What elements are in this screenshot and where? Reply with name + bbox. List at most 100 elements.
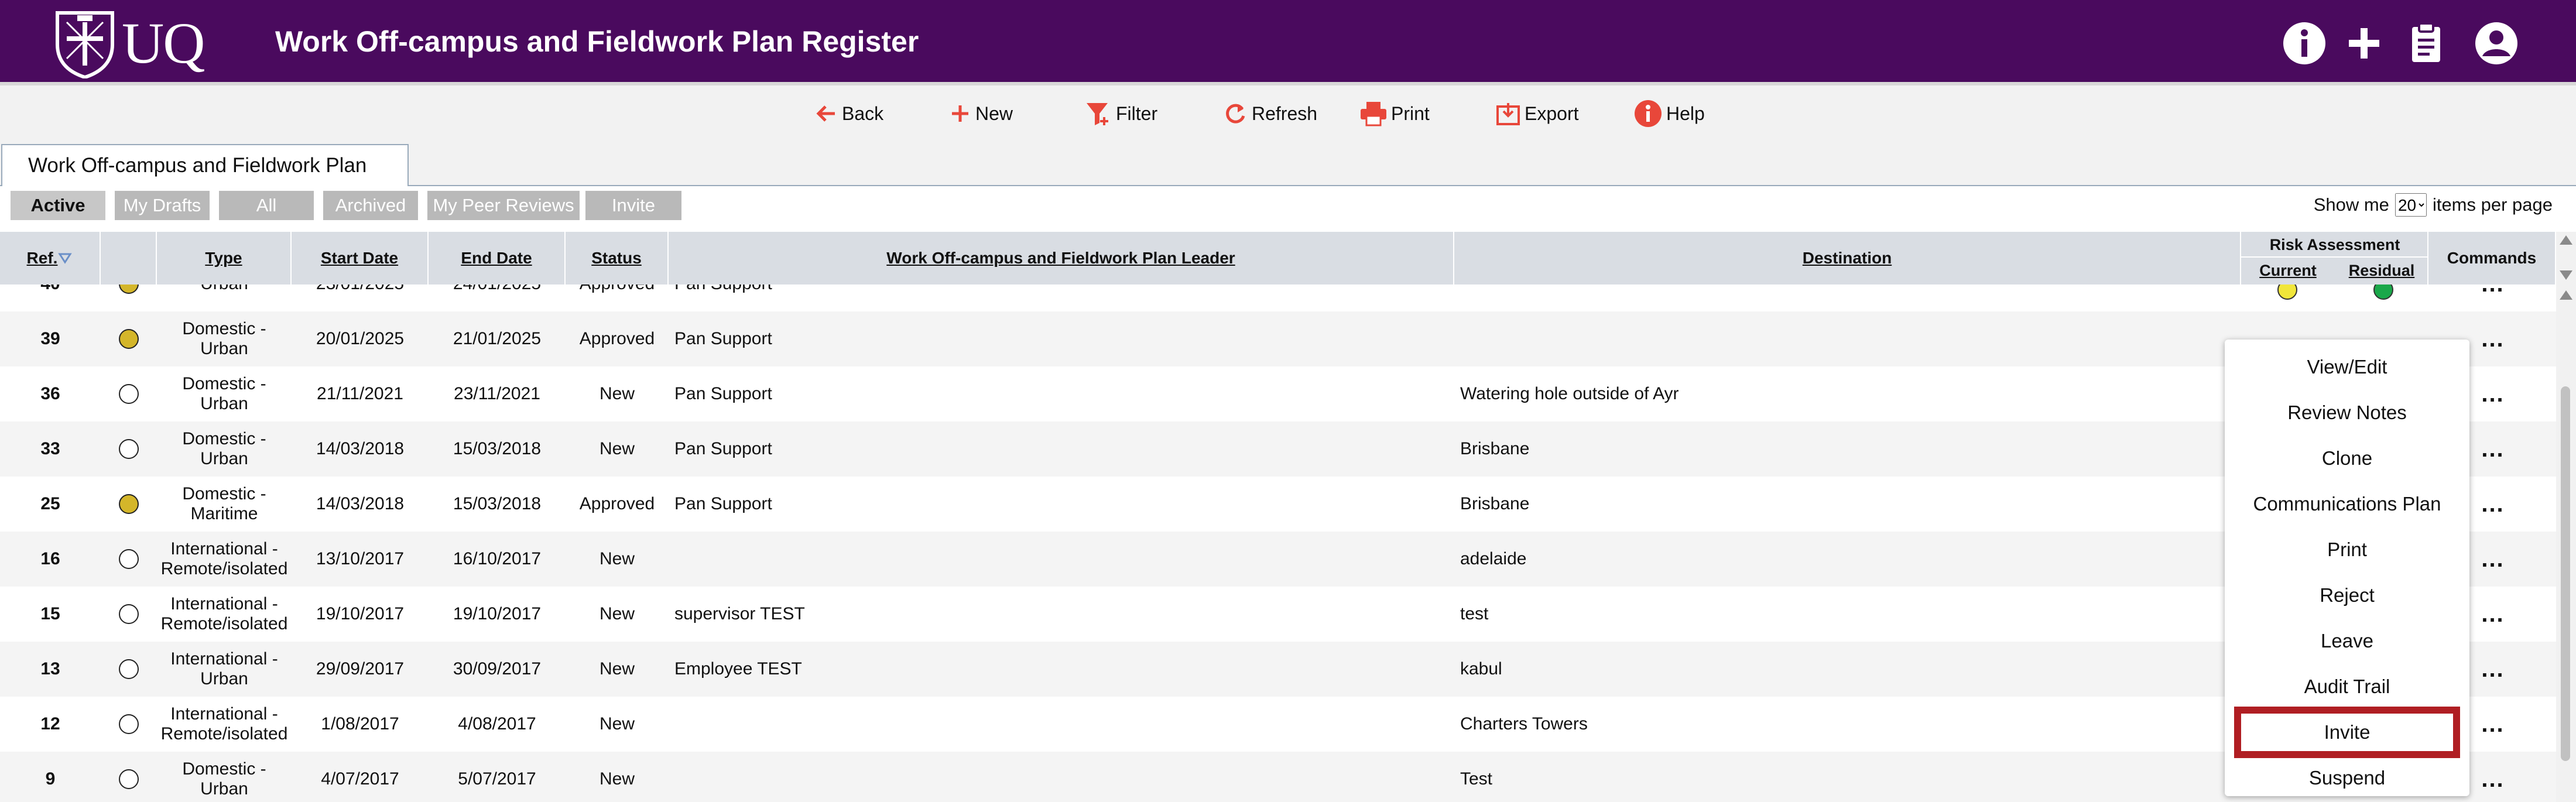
row-ref[interactable]: 12 bbox=[0, 697, 101, 752]
row-ref[interactable]: 16 bbox=[0, 532, 101, 587]
info-icon[interactable] bbox=[2281, 20, 2328, 67]
plus-icon[interactable] bbox=[2341, 20, 2387, 67]
menu-item-print[interactable]: Print bbox=[2225, 527, 2469, 573]
row-destination: test bbox=[1460, 604, 1489, 623]
menu-item-clone[interactable]: Clone bbox=[2225, 436, 2469, 481]
refresh-label: Refresh bbox=[1252, 102, 1318, 124]
row-start-date: 14/03/2018 bbox=[316, 494, 405, 513]
row-ref[interactable]: 33 bbox=[0, 421, 101, 477]
row-status: New bbox=[599, 384, 635, 403]
row-leader: supervisor TEST bbox=[674, 604, 805, 623]
row-indicator bbox=[101, 311, 157, 366]
clipboard-icon[interactable] bbox=[2403, 20, 2450, 67]
menu-item-audit-trail[interactable]: Audit Trail bbox=[2225, 664, 2469, 710]
row-ref[interactable]: 15 bbox=[0, 587, 101, 642]
column-header-current[interactable]: Current bbox=[2241, 258, 2335, 283]
row-ref[interactable]: 13 bbox=[0, 642, 101, 697]
table-row[interactable]: 15 International - Remote/isolated 19/10/2… bbox=[0, 587, 2556, 642]
table-row[interactable]: 25 Domestic - Maritime 14/03/2018 15/03/201… bbox=[0, 477, 2556, 532]
row-end-date: 21/01/2025 bbox=[453, 329, 542, 348]
filter-all[interactable]: All bbox=[219, 191, 314, 220]
filter-active[interactable]: Active bbox=[11, 191, 105, 220]
column-header-ref[interactable]: Ref. bbox=[0, 232, 101, 285]
menu-item-review-notes[interactable]: Review Notes bbox=[2225, 390, 2469, 436]
row-ref[interactable]: 9 bbox=[0, 752, 101, 802]
info-icon bbox=[1635, 100, 1662, 127]
user-icon[interactable] bbox=[2473, 20, 2520, 67]
row-start-date: 21/11/2021 bbox=[317, 384, 403, 403]
help-button[interactable]: Help bbox=[1633, 98, 1705, 129]
menu-item-view-edit[interactable]: View/Edit bbox=[2225, 344, 2469, 390]
row-end-date: 15/03/2018 bbox=[453, 494, 542, 513]
tab-work-offcampus-plan[interactable]: Work Off-campus and Fieldwork Plan bbox=[1, 144, 409, 186]
row-leader bbox=[674, 697, 1453, 752]
filter-archived[interactable]: Archived bbox=[323, 191, 418, 220]
row-end-date: 30/09/2017 bbox=[453, 659, 542, 678]
scroll-thumb[interactable] bbox=[2561, 386, 2570, 761]
filter-my-peer-reviews[interactable]: My Peer Reviews bbox=[427, 191, 580, 220]
filter-my-drafts[interactable]: My Drafts bbox=[115, 191, 210, 220]
status-dot-icon bbox=[119, 439, 139, 459]
row-status: Approved bbox=[579, 494, 655, 513]
row-start-date: 29/09/2017 bbox=[316, 659, 405, 678]
row-type: Domestic - Maritime bbox=[182, 484, 266, 523]
menu-item-invite[interactable]: Invite bbox=[2234, 707, 2460, 758]
row-type: Domestic - Urban bbox=[182, 374, 266, 413]
row-ref[interactable]: 25 bbox=[0, 477, 101, 532]
menu-item-leave[interactable]: Leave bbox=[2225, 618, 2469, 664]
table-row[interactable]: 33 Domestic - Urban 14/03/2018 15/03/2018 Ne… bbox=[0, 421, 2556, 477]
new-button[interactable]: New bbox=[948, 98, 1013, 129]
column-header-type[interactable]: Type bbox=[157, 232, 292, 285]
export-button[interactable]: Export bbox=[1495, 98, 1578, 129]
table-row[interactable]: 9 Domestic - Urban 4/07/2017 5/07/2017 New Te… bbox=[0, 752, 2556, 802]
row-destination: Test bbox=[1460, 769, 1493, 789]
table-row[interactable]: 16 International - Remote/isolated 13/10/2… bbox=[0, 532, 2556, 587]
table-row[interactable]: 40 Urban23/01/202524/01/2025ApprovedPan S… bbox=[0, 285, 2556, 311]
column-header-residual[interactable]: Residual bbox=[2335, 258, 2428, 283]
row-commands-button[interactable]: ... bbox=[2430, 285, 2556, 311]
row-end-date: 23/11/2021 bbox=[454, 384, 540, 403]
row-type: International - Remote/isolated bbox=[160, 539, 288, 578]
row-status: New bbox=[599, 769, 635, 789]
row-indicator bbox=[101, 642, 157, 697]
column-header-end-date[interactable]: End Date bbox=[429, 232, 566, 285]
filter-button[interactable]: Filter bbox=[1084, 98, 1157, 129]
menu-item-reject[interactable]: Reject bbox=[2225, 573, 2469, 618]
row-status: Approved bbox=[579, 329, 655, 348]
column-header-start-date[interactable]: Start Date bbox=[292, 232, 429, 285]
column-header-leader[interactable]: Work Off-campus and Fieldwork Plan Leade… bbox=[669, 232, 1454, 285]
row-ref[interactable]: 39 bbox=[0, 311, 101, 366]
table-row[interactable]: 12 International - Remote/isolated 1/08/20… bbox=[0, 697, 2556, 752]
table-row[interactable]: 39 Domestic - Urban 20/01/2025 21/01/2025 Ap… bbox=[0, 311, 2556, 366]
row-ref[interactable]: 36 bbox=[0, 366, 101, 421]
menu-item-communications-plan[interactable]: Communications Plan bbox=[2225, 481, 2469, 527]
row-type: International - Urban bbox=[170, 649, 278, 688]
row-leader: Pan Support bbox=[674, 329, 772, 348]
column-header-status[interactable]: Status bbox=[566, 232, 669, 285]
scroll-up-arrow-inner[interactable] bbox=[2560, 290, 2572, 300]
table-row[interactable]: 13 International - Urban 29/09/2017 30/09/2… bbox=[0, 642, 2556, 697]
menu-item-suspend[interactable]: Suspend bbox=[2225, 755, 2469, 801]
filter-label: Filter bbox=[1116, 102, 1158, 124]
back-button[interactable]: Back bbox=[815, 98, 883, 129]
column-header-commands: Commands bbox=[2428, 232, 2556, 285]
refresh-button[interactable]: Refresh bbox=[1222, 98, 1317, 129]
uq-logo[interactable]: UQ bbox=[54, 9, 212, 78]
items-per-page-select[interactable]: 20 bbox=[2395, 193, 2427, 217]
scroll-down-arrow[interactable] bbox=[2560, 270, 2572, 280]
column-header-destination[interactable]: Destination bbox=[1454, 232, 2241, 285]
row-indicator bbox=[101, 697, 157, 752]
filter-invite[interactable]: Invite bbox=[585, 191, 681, 220]
sort-down-icon bbox=[58, 253, 73, 264]
plus-icon bbox=[952, 105, 968, 122]
row-end-date: 19/10/2017 bbox=[453, 604, 542, 623]
row-end-date: 4/08/2017 bbox=[458, 714, 536, 734]
row-ref[interactable]: 40 bbox=[0, 285, 101, 311]
print-button[interactable]: Print bbox=[1359, 98, 1430, 129]
row-type: Urban bbox=[157, 285, 292, 311]
status-dot-icon bbox=[119, 604, 139, 624]
table-row[interactable]: 36 Domestic - Urban 21/11/2021 23/11/2021 Ne… bbox=[0, 366, 2556, 421]
row-status: New bbox=[599, 604, 635, 623]
column-header-indicator bbox=[101, 232, 157, 285]
scroll-up-arrow[interactable] bbox=[2560, 235, 2572, 245]
